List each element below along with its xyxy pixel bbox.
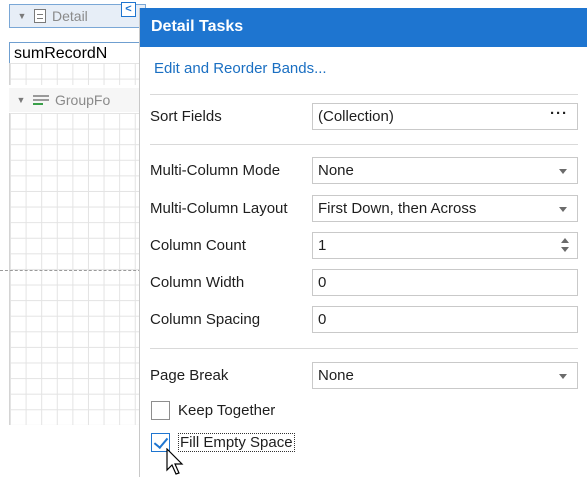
sort-fields-label: Sort Fields (150, 108, 222, 125)
column-spacing-value: 0 (318, 311, 327, 328)
smart-tag-collapse-button[interactable]: < (121, 2, 136, 17)
fill-empty-space-label-wrap[interactable]: Fill Empty Space (178, 433, 295, 452)
ellipsis-button[interactable]: ··· (550, 105, 568, 122)
keep-together-checkbox[interactable] (151, 401, 170, 420)
document-icon (34, 9, 46, 23)
edit-reorder-bands-link[interactable]: Edit and Reorder Bands... (154, 60, 327, 77)
detail-band-grid[interactable] (9, 63, 146, 85)
group-footer-band-grid[interactable] (9, 113, 146, 425)
column-spacing-input[interactable]: 0 (312, 306, 578, 333)
multi-column-layout-label: Multi-Column Layout (150, 200, 288, 217)
detail-band-label: Detail (52, 8, 88, 24)
column-count-spinner[interactable]: 1 (312, 232, 578, 259)
divider (150, 144, 578, 145)
fill-empty-space-label[interactable]: Fill Empty Space (178, 433, 295, 452)
page-break-value: None (318, 367, 354, 384)
margin-guide-line (0, 270, 146, 271)
dropdown-caret-icon[interactable] (559, 169, 567, 174)
sort-fields-value: (Collection) (318, 108, 394, 125)
group-footer-band-header[interactable]: ▼ GroupFo (9, 88, 146, 112)
keep-together-label[interactable]: Keep Together (178, 402, 275, 419)
divider (150, 94, 578, 95)
dropdown-caret-icon[interactable] (559, 374, 567, 379)
spin-up-icon[interactable] (561, 238, 569, 243)
column-width-input[interactable]: 0 (312, 269, 578, 296)
multi-column-mode-select[interactable]: None (312, 157, 578, 184)
column-width-value: 0 (318, 274, 327, 291)
group-footer-label: GroupFo (55, 92, 111, 108)
divider (150, 348, 578, 349)
column-width-label: Column Width (150, 274, 245, 291)
report-designer-surface[interactable]: ▼ Detail < sumRecordN ▼ GroupFo (0, 0, 146, 477)
page-break-select[interactable]: None (312, 362, 578, 389)
multi-column-layout-value: First Down, then Across (318, 200, 477, 217)
group-footer-icon (33, 93, 49, 107)
multi-column-layout-select[interactable]: First Down, then Across (312, 195, 578, 222)
spin-down-icon[interactable] (561, 247, 569, 252)
column-count-label: Column Count (150, 237, 246, 254)
multi-column-mode-label: Multi-Column Mode (150, 162, 281, 179)
expand-arrow-icon[interactable]: ▼ (13, 95, 29, 105)
sort-fields-editor[interactable]: (Collection) ··· (312, 103, 578, 130)
dropdown-caret-icon[interactable] (559, 207, 567, 212)
page-break-label: Page Break (150, 367, 229, 384)
expand-arrow-icon[interactable]: ▼ (14, 11, 30, 21)
mouse-pointer-icon (166, 448, 184, 475)
panel-title: Detail Tasks (140, 8, 587, 47)
detail-tasks-panel: Detail Tasks Edit and Reorder Bands... S… (139, 8, 587, 477)
column-count-value: 1 (318, 237, 327, 254)
multi-column-mode-value: None (318, 162, 354, 179)
column-spacing-label: Column Spacing (150, 311, 261, 328)
